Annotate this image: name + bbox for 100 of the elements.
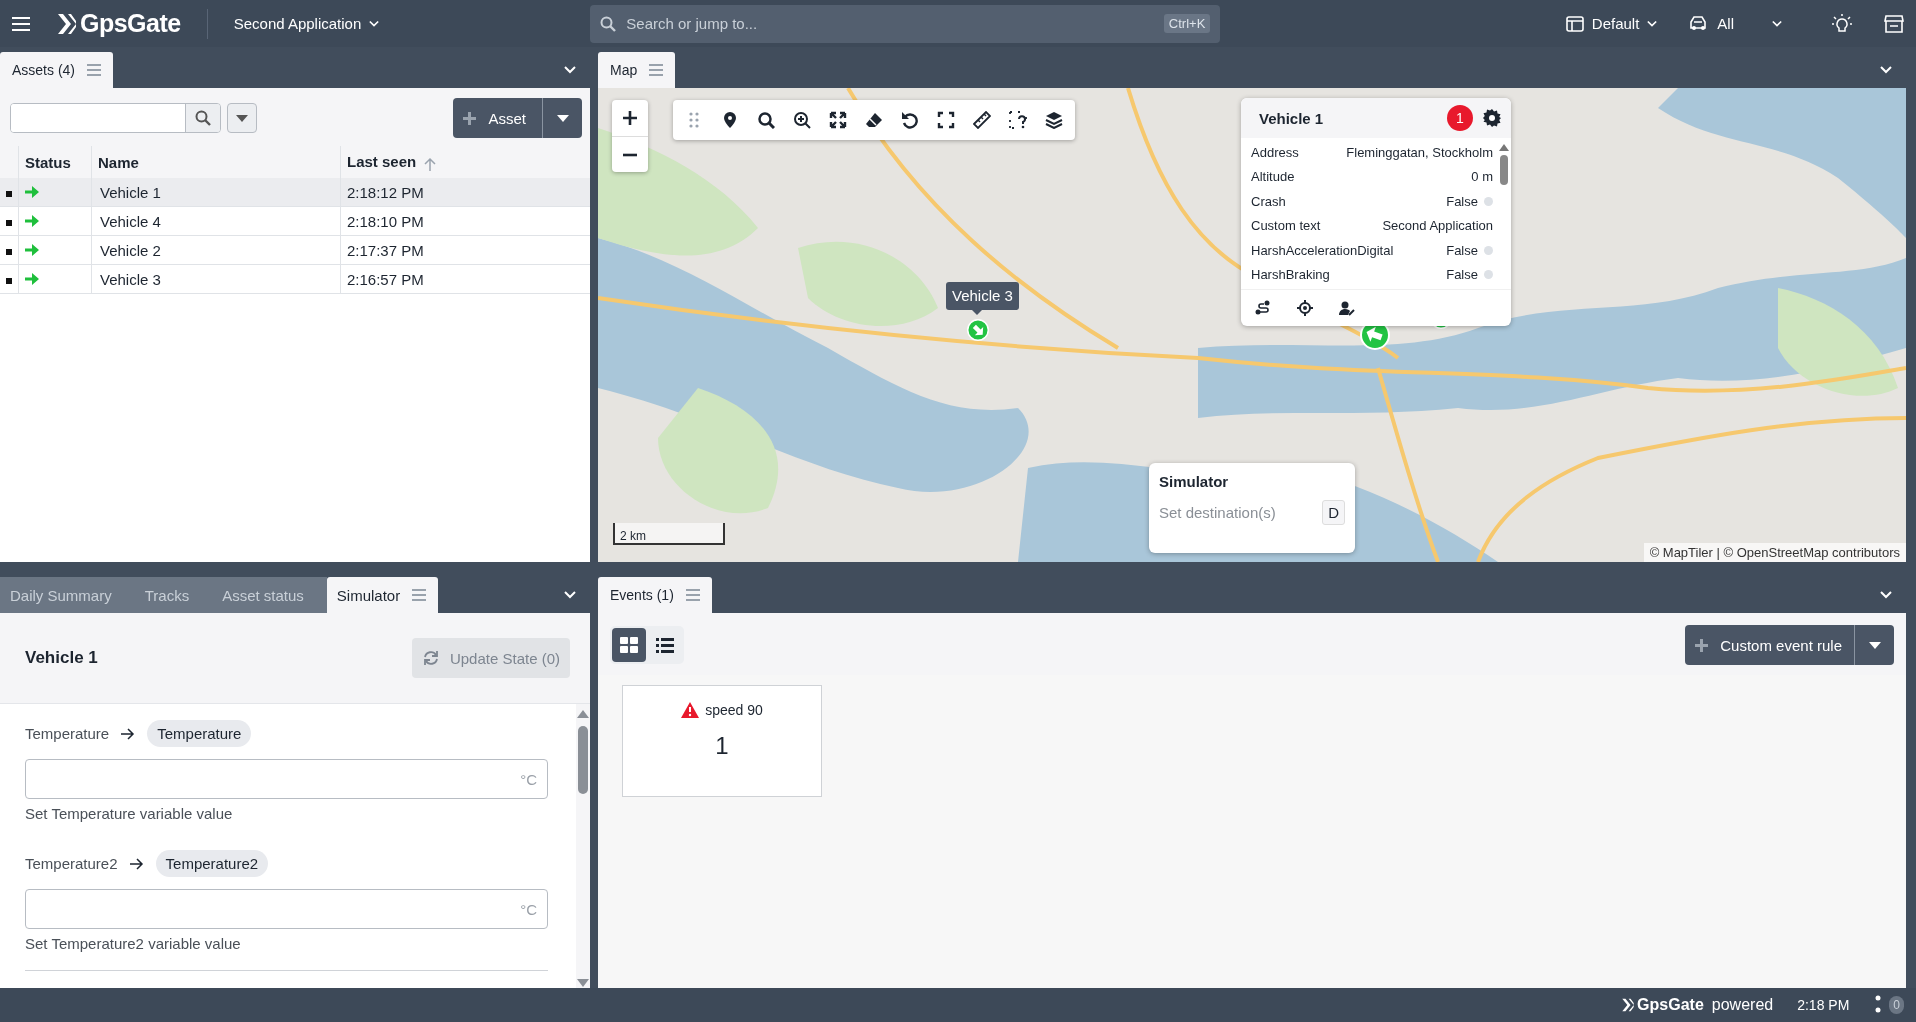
property-name: HarshBraking (1251, 267, 1330, 283)
store-icon[interactable] (1884, 14, 1904, 33)
scrollbar-thumb[interactable] (578, 726, 588, 794)
row-marker-icon (6, 248, 12, 255)
search-bar[interactable]: Search or jump to... Ctrl+K (590, 4, 1221, 43)
caret-icon (1868, 641, 1881, 649)
powered-label: powered (1711, 996, 1774, 1014)
event-count-badge: 1 (1447, 105, 1473, 131)
chevron-icon (564, 591, 576, 599)
asset-row[interactable]: Vehicle 3 2:16:57 PM (0, 264, 590, 294)
scroll-up-icon[interactable] (577, 710, 589, 718)
property-name: Custom text (1251, 218, 1321, 234)
scroll-up-icon[interactable] (1499, 144, 1509, 151)
ruler-icon[interactable] (973, 111, 991, 129)
variable-tag: Temperature (147, 720, 252, 747)
property-value: Second Application (1382, 218, 1493, 234)
moving-arrow-icon (25, 212, 39, 230)
map-attribution: © MapTiler | © OpenStreetMap contributors (1643, 543, 1906, 562)
column-header[interactable]: Name (91, 146, 341, 178)
user-edit-icon[interactable] (1339, 300, 1355, 316)
chevron-icon (1772, 19, 1782, 28)
status-dot-icon (1484, 245, 1493, 255)
popup-title: Vehicle 1 (1259, 109, 1325, 127)
scale-bar: 2 km (613, 523, 725, 545)
shortcut-key: D (1322, 500, 1345, 525)
grid-view-icon (620, 637, 638, 653)
table-cell: 2:16:57 PM (340, 264, 590, 294)
row-marker-icon (6, 219, 12, 226)
arrow-icon (129, 857, 144, 870)
undo-icon[interactable] (901, 111, 919, 129)
help-text: Set Temperature variable value (25, 805, 234, 822)
panel-tab[interactable]: Events (1) (598, 577, 712, 613)
layers-icon[interactable] (1045, 111, 1063, 129)
lightbulb-icon[interactable] (1832, 13, 1852, 34)
moving-arrow-icon (25, 183, 39, 201)
moving-arrow-icon (25, 241, 39, 259)
search-icon (600, 15, 617, 32)
table-cell: Vehicle 2 (91, 235, 341, 265)
map-pin-icon[interactable] (721, 111, 739, 129)
scrollbar-thumb[interactable] (1500, 155, 1508, 185)
event-card[interactable]: speed 90 1 (622, 685, 822, 797)
more-icon[interactable] (1875, 995, 1882, 1015)
expand-icon[interactable] (829, 111, 847, 129)
property-value: False (1446, 242, 1478, 258)
chevron-icon (1647, 19, 1658, 28)
property-name: Altitude (1251, 169, 1295, 185)
panel-tab[interactable]: Map (598, 52, 676, 88)
chevron-icon (1880, 66, 1892, 74)
eraser-icon[interactable] (865, 111, 883, 129)
locate-icon[interactable] (1297, 300, 1313, 316)
grid-view-button[interactable] (612, 628, 646, 662)
asset-row[interactable]: Vehicle 1 2:18:12 PM (0, 178, 590, 207)
chevron-icon (1880, 591, 1892, 599)
table-cell: Vehicle 3 (91, 264, 341, 294)
layout-icon (1565, 15, 1584, 32)
plus-icon (463, 111, 477, 125)
vehicle-title: Vehicle 1 (25, 648, 99, 668)
property-name: Crash (1251, 193, 1286, 209)
table-cell: 2:18:10 PM (340, 206, 590, 236)
dropdown-button[interactable] (227, 103, 257, 133)
panel-tab[interactable]: Assets (4) (0, 52, 113, 88)
search-icon[interactable] (757, 111, 775, 129)
settings-icon[interactable] (1483, 109, 1501, 127)
property-value: False (1446, 267, 1478, 283)
asset-row[interactable]: Vehicle 2 2:17:37 PM (0, 235, 590, 265)
table-cell: 2:18:12 PM (340, 178, 590, 207)
moving-arrow-icon (25, 270, 39, 288)
chevron-icon (564, 66, 576, 74)
panel-tab[interactable]: Simulator (326, 577, 439, 613)
filter-dropdown[interactable]: All (1683, 14, 1788, 33)
app-selector[interactable]: Second Application (227, 14, 386, 33)
search-field[interactable]: Search or jump to... (624, 14, 1156, 33)
property-value: False (1446, 193, 1478, 209)
status-dot-icon (1484, 196, 1493, 206)
status-dot-icon (1484, 270, 1493, 280)
caret-icon (556, 114, 569, 122)
search-button[interactable] (185, 104, 220, 132)
tooltip-pointer-icon (972, 310, 982, 315)
arrow-icon (121, 727, 136, 740)
marker-tooltip: Vehicle 3 (946, 282, 1019, 310)
property-name: HarshAccelerationDigital (1251, 242, 1394, 258)
scrollbar[interactable] (576, 704, 590, 988)
variable-name: Temperature2 (25, 855, 118, 872)
column-header[interactable]: Last seen (340, 146, 590, 178)
column-header[interactable]: Status (18, 146, 92, 178)
shortcut-hint: Ctrl+K (1163, 14, 1211, 33)
property-name: Address (1251, 144, 1299, 160)
property-value: 0 m (1471, 169, 1493, 185)
asset-row[interactable]: Vehicle 4 2:18:10 PM (0, 206, 590, 236)
vehicle-marker-icon[interactable] (967, 319, 989, 341)
fullscreen-icon[interactable] (937, 111, 955, 129)
warning-icon (681, 702, 700, 718)
selection-help-icon[interactable] (1009, 111, 1027, 129)
clock-time: 2:18 PM (1797, 997, 1850, 1013)
layout-dropdown[interactable]: Default (1559, 14, 1664, 33)
variable-tag: Temperature2 (155, 850, 269, 877)
logo-icon (1621, 997, 1636, 1013)
route-icon[interactable] (1255, 300, 1271, 316)
logo-text: GpsGate (80, 9, 181, 38)
zoom-in-icon[interactable] (793, 111, 811, 129)
